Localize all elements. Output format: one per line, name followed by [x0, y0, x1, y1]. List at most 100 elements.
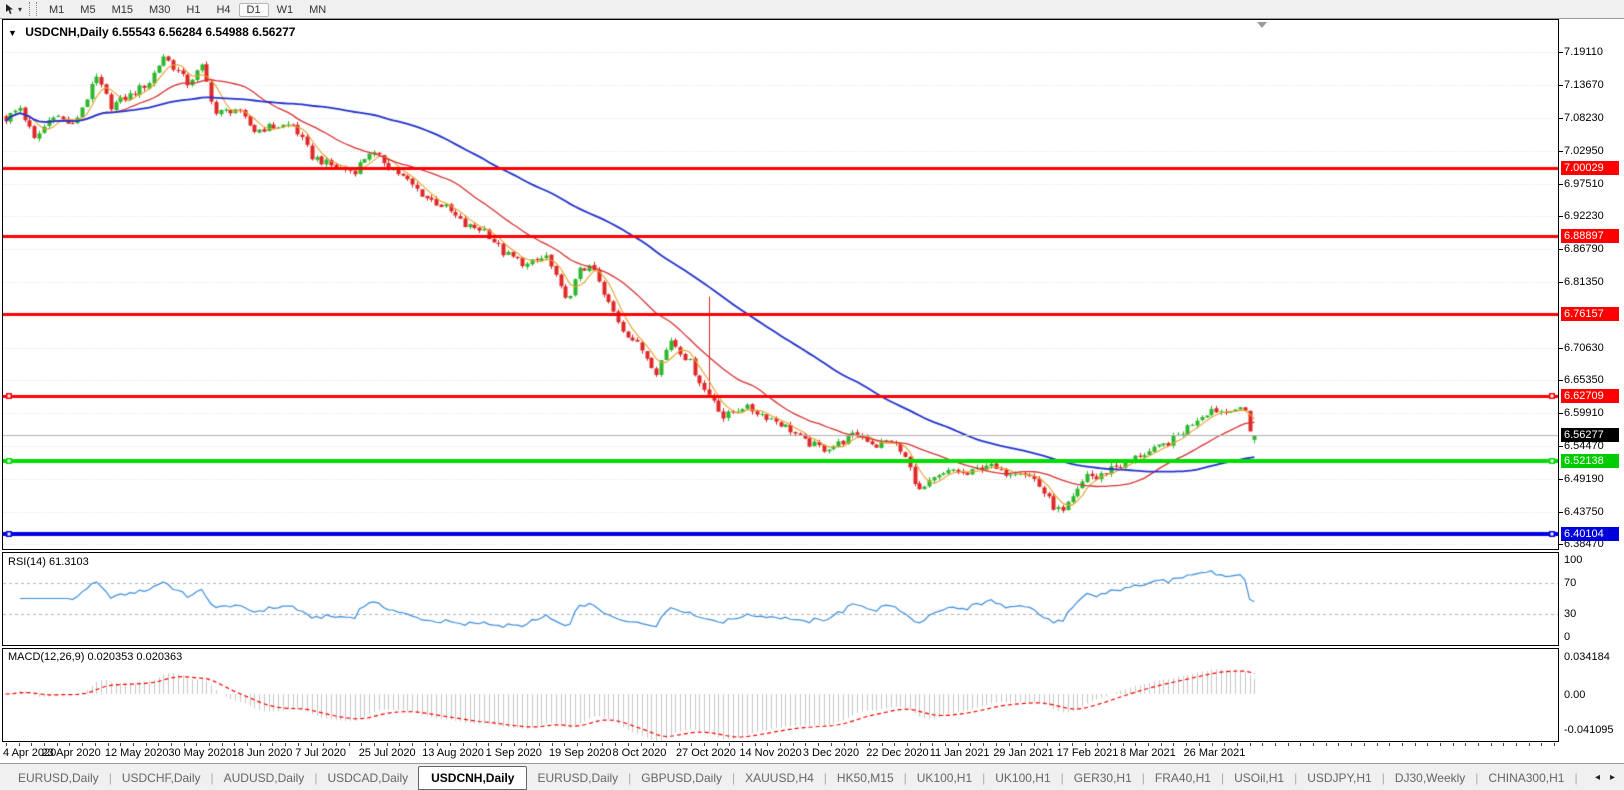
- rsi-indicator-panel[interactable]: [2, 552, 1559, 646]
- date-tick: [526, 743, 528, 746]
- date-tick: [919, 743, 921, 746]
- toolbar-grip[interactable]: [29, 2, 38, 16]
- timeframe-button-d1[interactable]: D1: [238, 3, 269, 17]
- date-axis-label: 17 Feb 2021: [1056, 747, 1119, 759]
- date-tick: [1465, 743, 1467, 746]
- date-tick: [1528, 743, 1530, 746]
- price-line-label[interactable]: 6.62709: [1561, 389, 1619, 404]
- tab-xauusd-h4[interactable]: XAUUSD,H4: [735, 767, 824, 789]
- timeframe-button-m15[interactable]: M15: [104, 3, 141, 17]
- rsi-scale-label: 70: [1564, 577, 1577, 590]
- price-line-label[interactable]: 6.40104: [1561, 527, 1619, 542]
- rsi-legend: RSI(14) 61.3103: [8, 556, 89, 568]
- tab-usdcad-daily[interactable]: USDCAD,Daily: [317, 767, 418, 789]
- date-tick: [18, 743, 20, 746]
- date-tick: [564, 743, 566, 746]
- price-line-label[interactable]: 6.56277: [1561, 428, 1619, 443]
- date-tick: [1084, 743, 1086, 746]
- date-tick: [272, 743, 274, 746]
- date-tick: [1325, 743, 1327, 746]
- macd-scale-label: -0.041095: [1564, 724, 1614, 736]
- date-tick: [1478, 743, 1480, 746]
- tab-dj30-weekly[interactable]: DJ30,Weekly: [1385, 767, 1475, 789]
- timeframe-buttons: M1 M5 M15 M30 H1 H4 D1 W1 MN: [41, 0, 334, 18]
- tab-gbpusd-daily[interactable]: GBPUSD,Daily: [631, 767, 732, 789]
- timeframe-button-m1[interactable]: M1: [41, 3, 72, 17]
- date-tick: [1097, 743, 1099, 746]
- price-line-label[interactable]: 6.52138: [1561, 453, 1619, 468]
- date-tick: [1490, 743, 1492, 746]
- date-tick: [247, 743, 249, 746]
- date-tick: [450, 743, 452, 746]
- date-tick: [894, 743, 896, 746]
- main-price-chart[interactable]: [2, 19, 1559, 550]
- date-tick: [1389, 743, 1391, 746]
- price-axis-label: 6.49190: [1559, 472, 1604, 485]
- price-line-label[interactable]: 6.88897: [1561, 229, 1619, 244]
- tab-eurusd-daily[interactable]: EURUSD,Daily: [527, 767, 628, 789]
- date-tick: [856, 743, 858, 746]
- tab-usdcnh-daily[interactable]: USDCNH,Daily: [418, 766, 528, 790]
- date-tick: [754, 743, 756, 746]
- date-tick: [538, 743, 540, 746]
- date-tick: [1427, 743, 1429, 746]
- tab-ger30-h1[interactable]: GER30,H1: [1064, 767, 1142, 789]
- date-tick: [640, 743, 642, 746]
- date-tick: [500, 743, 502, 746]
- price-axis-label: 6.65350: [1559, 374, 1604, 387]
- cursor-tool-icon[interactable]: [4, 3, 17, 15]
- chart-shift-marker-icon[interactable]: [1257, 22, 1267, 28]
- date-tick: [259, 743, 261, 746]
- date-tick: [843, 743, 845, 746]
- date-tick: [310, 743, 312, 746]
- date-tick: [513, 743, 515, 746]
- date-tick: [932, 743, 934, 746]
- date-tick: [1275, 743, 1276, 746]
- date-tick: [1300, 743, 1302, 746]
- price-line-label[interactable]: 6.76157: [1561, 307, 1619, 322]
- timeframe-button-m30[interactable]: M30: [141, 3, 178, 17]
- tab-uk100-h1[interactable]: UK100,H1: [985, 767, 1060, 789]
- date-tick: [1541, 743, 1543, 746]
- tab-china300-h1[interactable]: CHINA300,H1: [1478, 767, 1574, 789]
- date-tick: [170, 743, 172, 746]
- timeframe-button-h1[interactable]: H1: [178, 3, 208, 17]
- date-tick: [56, 743, 58, 746]
- tab-scroll-right-icon[interactable]: ▸: [1605, 770, 1620, 785]
- timeframe-button-h4[interactable]: H4: [208, 3, 238, 17]
- cursor-tool-dropdown-icon[interactable]: ▾: [18, 5, 22, 14]
- date-tick: [1021, 743, 1023, 746]
- tab-usdjpy-h1[interactable]: USDJPY,H1: [1297, 767, 1381, 789]
- price-line-label[interactable]: 7.00029: [1561, 161, 1619, 176]
- tab-usoil-h1[interactable]: USOil,H1: [1224, 767, 1294, 789]
- price-axis-label: 6.97510: [1559, 177, 1604, 190]
- tab-audusd-daily[interactable]: AUDUSD,Daily: [214, 767, 315, 789]
- macd-indicator-panel[interactable]: [2, 648, 1559, 742]
- date-tick: [1287, 743, 1289, 746]
- date-axis-label: 23 Apr 2020: [41, 747, 101, 759]
- date-tick: [475, 743, 477, 746]
- tab-fra40-h1[interactable]: FRA40,H1: [1145, 767, 1221, 789]
- tab-usdchf-daily[interactable]: USDCHF,Daily: [112, 767, 211, 789]
- timeframe-button-w1[interactable]: W1: [269, 3, 302, 17]
- date-tick: [374, 743, 375, 746]
- timeframe-button-m5[interactable]: M5: [72, 3, 103, 17]
- timeframe-button-mn[interactable]: MN: [301, 3, 334, 17]
- date-tick: [589, 743, 591, 746]
- date-tick: [551, 743, 553, 746]
- price-axis-label: 6.81350: [1559, 276, 1604, 289]
- tab-scroll-left-icon[interactable]: ◂: [1590, 770, 1605, 785]
- date-tick: [767, 743, 769, 746]
- date-tick: [31, 743, 33, 746]
- tab-hk50-m15[interactable]: HK50,M15: [827, 767, 904, 789]
- macd-scale-label: 0.00: [1564, 689, 1586, 701]
- date-axis-label: 26 Mar 2021: [1183, 747, 1246, 759]
- date-tick: [69, 743, 71, 746]
- date-tick: [120, 743, 122, 746]
- date-tick: [132, 743, 134, 746]
- tab-uk100-h1[interactable]: UK100,H1: [907, 767, 982, 789]
- date-tick: [970, 743, 972, 746]
- tab-eurusd-daily[interactable]: EURUSD,Daily: [8, 767, 109, 789]
- date-tick: [323, 743, 325, 746]
- chart-title-collapse-icon[interactable]: ▼: [8, 28, 17, 38]
